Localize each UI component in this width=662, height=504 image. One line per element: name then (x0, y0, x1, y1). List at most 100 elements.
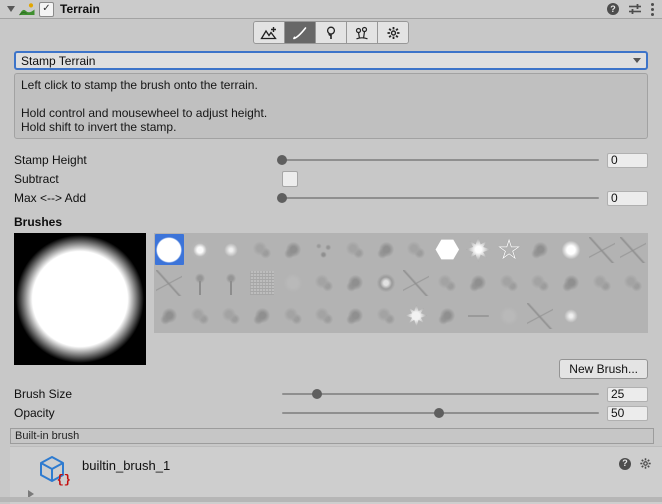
brush-cell-splotch[interactable] (433, 267, 462, 298)
brush-cell-empty (587, 300, 616, 331)
brush-cell-hexagon[interactable] (433, 234, 462, 265)
brush-cell-branch[interactable] (618, 234, 647, 265)
help-line (21, 92, 641, 106)
brush-cell-burst-bright[interactable] (402, 300, 431, 331)
brush-cell-branch[interactable] (525, 300, 554, 331)
opacity-label: Opacity (14, 406, 282, 420)
brush-grid: ☆ (154, 233, 648, 333)
brush-cell-dot[interactable] (217, 234, 246, 265)
brush-cell-soft-circle[interactable] (556, 234, 585, 265)
brush-cell-splotch[interactable] (309, 267, 338, 298)
brush-cell-branch[interactable] (587, 234, 616, 265)
brush-cell-dot[interactable] (556, 300, 585, 331)
brush-cell-star-outline[interactable]: ☆ (495, 234, 524, 265)
brush-cell-splotch[interactable] (278, 300, 307, 331)
brush-cell-splotch[interactable] (402, 234, 431, 265)
opacity-field[interactable] (607, 406, 648, 421)
foldout-expanded-icon[interactable] (7, 6, 15, 12)
stamp-height-slider[interactable] (282, 151, 599, 169)
chevron-down-icon (633, 58, 641, 63)
grass-details-icon (354, 26, 370, 40)
component-enabled-checkbox[interactable]: ✓ (39, 2, 54, 17)
brush-cell-blob-bright[interactable] (371, 267, 400, 298)
brush-cell-faint[interactable] (495, 300, 524, 331)
brush-cell-splotch[interactable] (248, 234, 277, 265)
max-add-label: Max <--> Add (14, 191, 282, 205)
brush-cell-splotch-dark[interactable] (433, 300, 462, 331)
help-line: Hold shift to invert the stamp. (21, 120, 641, 134)
brush-cell-splotch-dark[interactable] (340, 300, 369, 331)
help-line: Left click to stamp the brush onto the t… (21, 78, 641, 92)
brush-cell-splotch-dark[interactable] (556, 267, 585, 298)
brush-cell-splotch[interactable] (525, 267, 554, 298)
brush-size-field[interactable] (607, 387, 648, 402)
brush-cell-splotch[interactable] (217, 300, 246, 331)
terrain-component-icon (19, 2, 35, 16)
max-add-field[interactable] (607, 191, 648, 206)
brush-asset-name: builtin_brush_1 (82, 458, 170, 473)
tool-paint-trees[interactable] (316, 22, 347, 43)
brush-asset-icon: {} (37, 454, 69, 486)
brush-cell-splotch[interactable] (495, 267, 524, 298)
brush-preview (14, 233, 146, 365)
presets-icon[interactable] (628, 3, 642, 15)
brush-cell-tree[interactable] (186, 267, 215, 298)
help-icon[interactable]: ? (607, 3, 619, 15)
brush-cell-line[interactable] (464, 300, 493, 331)
brush-cell-faint[interactable] (278, 267, 307, 298)
brush-cell-splotch-dark[interactable] (464, 267, 493, 298)
brush-asset-panel: {} builtin_brush_1 ? (10, 446, 662, 504)
opacity-slider[interactable] (282, 404, 599, 422)
brush-cell-splotch-dark[interactable] (278, 234, 307, 265)
tool-terrain-settings[interactable] (378, 22, 408, 43)
brush-cell-circle[interactable] (155, 234, 184, 265)
brush-cell-splotch-dark[interactable] (248, 300, 277, 331)
brush-cell-splotch[interactable] (371, 300, 400, 331)
brush-size-slider[interactable] (282, 385, 599, 403)
brush-cell-speckle[interactable] (309, 234, 338, 265)
max-add-slider[interactable] (282, 189, 599, 207)
brush-cell-splotch[interactable] (309, 300, 338, 331)
tree-icon (323, 26, 339, 40)
stamp-height-field[interactable] (607, 153, 648, 168)
brush-cell-splotch-dark[interactable] (340, 267, 369, 298)
paintbrush-icon (291, 26, 309, 40)
slider-thumb[interactable] (277, 155, 287, 165)
max-add-row: Max <--> Add (14, 189, 648, 207)
help-line: Hold control and mousewheel to adjust he… (21, 106, 641, 120)
tool-paint-terrain[interactable] (285, 22, 316, 43)
brush-size-label: Brush Size (14, 387, 282, 401)
slider-thumb[interactable] (277, 193, 287, 203)
paint-mode-value: Stamp Terrain (21, 54, 95, 68)
brush-cell-ring[interactable] (186, 234, 215, 265)
brush-cell-noise[interactable] (248, 267, 277, 298)
brush-cell-empty (618, 300, 647, 331)
brush-cell-splotch[interactable] (186, 300, 215, 331)
brush-cell-splotch[interactable] (340, 234, 369, 265)
builtin-brush-bar: Built-in brush (10, 428, 654, 444)
tool-create-neighbor-terrains[interactable] (254, 22, 285, 43)
gear-icon[interactable] (639, 457, 652, 470)
paint-mode-dropdown[interactable]: Stamp Terrain (14, 51, 648, 70)
slider-track (282, 393, 599, 395)
tool-paint-details[interactable] (347, 22, 378, 43)
slider-thumb[interactable] (434, 408, 444, 418)
kebab-menu-icon[interactable] (651, 3, 654, 16)
brush-cell-tree[interactable] (217, 267, 246, 298)
brush-cell-splotch[interactable] (587, 267, 616, 298)
brush-cell-branch[interactable] (402, 267, 431, 298)
brush-cell-splotch-dark[interactable] (155, 300, 184, 331)
subtract-checkbox[interactable] (282, 171, 298, 187)
stamp-height-label: Stamp Height (14, 153, 282, 167)
brush-cell-splotch-dark[interactable] (525, 234, 554, 265)
brush-cell-branch[interactable] (155, 267, 184, 298)
brush-cell-splotch-dark[interactable] (371, 234, 400, 265)
new-brush-button[interactable]: New Brush... (559, 359, 648, 379)
brush-cell-splotch[interactable] (618, 267, 647, 298)
terrain-component-header: ✓ Terrain ? (0, 0, 662, 19)
component-title: Terrain (60, 2, 100, 16)
slider-thumb[interactable] (312, 389, 322, 399)
help-icon[interactable]: ? (619, 458, 631, 470)
brush-cell-burst[interactable] (464, 234, 493, 265)
subtract-label: Subtract (14, 172, 282, 186)
